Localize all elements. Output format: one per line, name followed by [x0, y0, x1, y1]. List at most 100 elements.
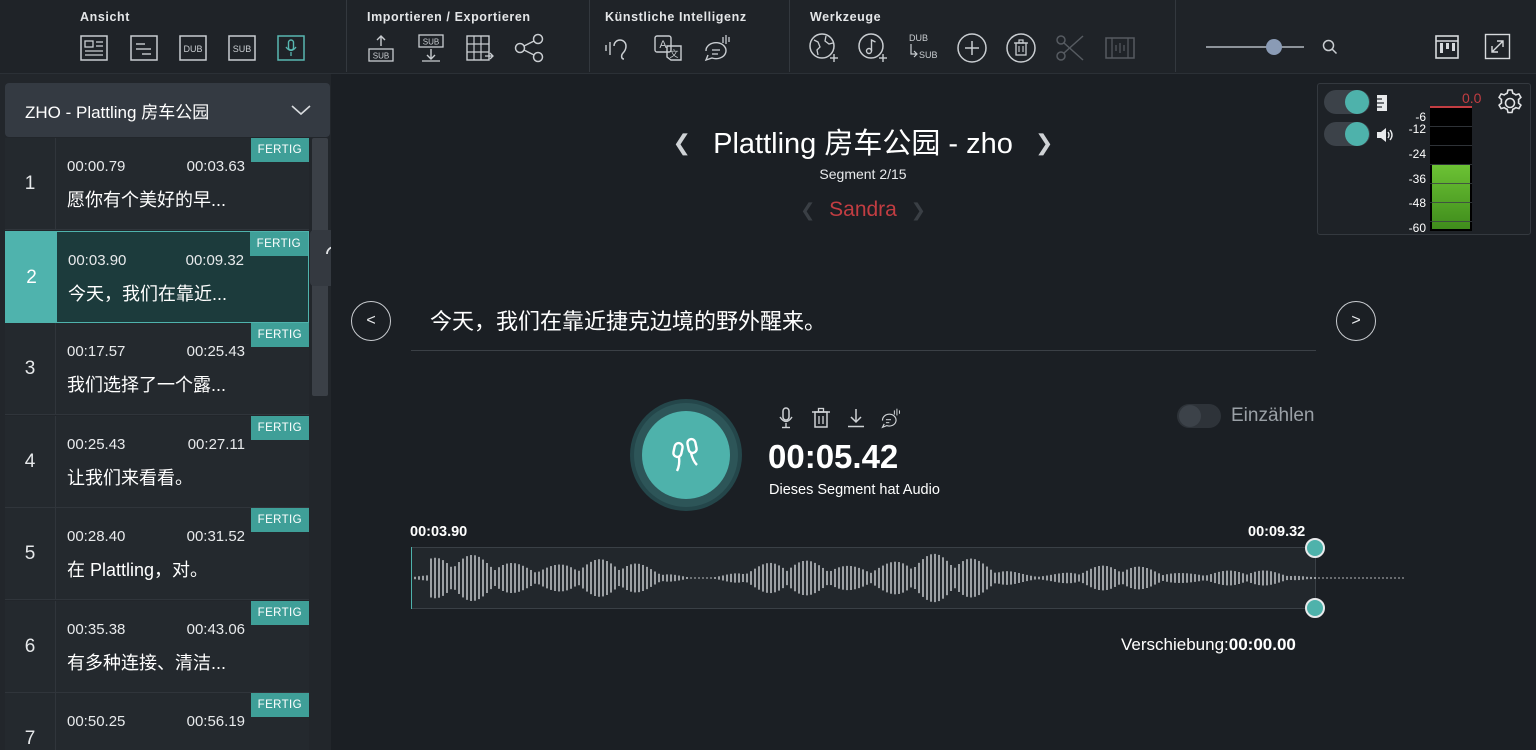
- meter-scale-label: -36: [1408, 172, 1426, 186]
- count-in-toggle[interactable]: [1177, 404, 1221, 428]
- segment-row[interactable]: 3 00:17.57 00:25.43 我们选择了一个露... FERTIG: [5, 323, 309, 415]
- language-dropdown-label: ZHO - Plattling 房车公园: [25, 102, 210, 122]
- meter-scale-label: -12: [1408, 122, 1426, 136]
- record-button[interactable]: [630, 399, 742, 511]
- segment-row[interactable]: 5 00:28.40 00:31.52 在 Plattling，对。 FERTIG: [5, 508, 309, 600]
- segment-end-time: 00:27.11: [187, 435, 245, 453]
- sub-view-button[interactable]: SUB: [226, 32, 258, 64]
- meter-scale-label: -24: [1408, 147, 1426, 161]
- upload-sub-icon: SUB: [368, 35, 394, 62]
- next-project-arrow[interactable]: ❯: [1021, 130, 1067, 155]
- toolbar-group-title: Importieren / Exportieren: [367, 10, 531, 24]
- film-strip-icon: [1105, 37, 1135, 59]
- segment-start-time: 00:50.25: [67, 713, 126, 730]
- waveform: [411, 547, 1404, 609]
- segment-number: 7: [5, 693, 56, 750]
- segment-end-time: 00:43.06: [186, 620, 245, 638]
- add-music-button[interactable]: [857, 32, 889, 64]
- offset-readout: Verschiebung:00:00.00: [1121, 635, 1296, 655]
- dub-to-sub-button[interactable]: DUB SUB: [906, 32, 940, 64]
- segment-editor: ❮ Plattling 房车公园 - zho ❯ Segment 2/15 ❮ …: [331, 74, 1536, 750]
- prev-speaker-arrow[interactable]: ❮: [792, 200, 823, 220]
- search-icon[interactable]: [1322, 39, 1338, 60]
- list-view-button[interactable]: [128, 32, 160, 64]
- record-button-core: [642, 411, 730, 499]
- segment-preview-text: 我们选择了一个露...: [67, 375, 227, 395]
- dub-to-sub-icon: DUB SUB: [909, 33, 938, 60]
- dub-view-button[interactable]: DUB: [177, 32, 209, 64]
- segment-row[interactable]: 4 00:25.43 00:27.11 让我们来看看。 FERTIG: [5, 415, 309, 508]
- toolbar-group-title: Werkzeuge: [810, 10, 882, 24]
- cut-segment-button[interactable]: [1054, 32, 1086, 64]
- toggle-knob: [1345, 90, 1369, 114]
- settings-gear-icon[interactable]: [1494, 87, 1526, 124]
- toolbar-group-tools: Werkzeuge DUB SUB: [790, 0, 1176, 72]
- meter-scale-label: -60: [1408, 221, 1426, 235]
- toggle-knob: [1345, 122, 1369, 146]
- ai-listen-button[interactable]: [603, 32, 635, 64]
- ai-voice-button[interactable]: [702, 32, 734, 64]
- segment-row[interactable]: 1 00:00.79 00:03.63 愿你有个美好的早... FERTIG: [5, 138, 309, 230]
- zoom-knob[interactable]: [1265, 39, 1282, 55]
- language-dropdown[interactable]: ZHO - Plattling 房车公园: [5, 83, 330, 137]
- segment-text[interactable]: 今天，我们在靠近捷克边境的野外醒来。: [430, 304, 826, 336]
- delete-segment-button[interactable]: [1005, 32, 1037, 64]
- microphone-icon: [277, 35, 305, 61]
- microphone-icon[interactable]: [775, 407, 797, 429]
- zoom-slider[interactable]: [1206, 38, 1304, 56]
- status-badge: FERTIG: [250, 508, 309, 532]
- svg-text:DUB: DUB: [909, 33, 928, 43]
- level-meter-bar: [1430, 106, 1472, 231]
- status-badge: FERTIG: [250, 323, 309, 347]
- next-speaker-arrow[interactable]: ❯: [903, 200, 934, 220]
- waveform-end-handle-bottom[interactable]: [1305, 598, 1325, 618]
- trash-icon[interactable]: [810, 407, 832, 429]
- svg-text:SUB: SUB: [373, 52, 389, 61]
- count-in-label: Einzählen: [1231, 405, 1315, 426]
- share-button[interactable]: [513, 32, 545, 64]
- ruler-toggle[interactable]: [1324, 90, 1370, 114]
- film-button[interactable]: [1104, 32, 1136, 64]
- svg-text:A: A: [659, 39, 667, 51]
- ai-translate-button[interactable]: A文: [653, 32, 685, 64]
- segment-row[interactable]: 6 00:35.38 00:43.06 有多种连接、清洁... FERTIG: [5, 600, 309, 693]
- fullscreen-icon[interactable]: [1484, 33, 1511, 65]
- table-export-icon: [466, 35, 494, 61]
- mic-view-button[interactable]: [275, 32, 307, 64]
- prev-segment-button[interactable]: <: [351, 301, 391, 341]
- status-badge: FERTIG: [250, 693, 309, 717]
- speech-wave-icon[interactable]: [880, 407, 902, 429]
- speaker-toggle[interactable]: [1324, 122, 1370, 146]
- earphones-icon: [672, 437, 698, 472]
- add-segment-button[interactable]: [956, 32, 988, 64]
- import-subtitle-button[interactable]: SUB: [365, 32, 397, 64]
- record-button-ring: [634, 403, 738, 507]
- segment-sidebar: ZHO - Plattling 房车公园 1 00:00.79 00:03.63 愿你…: [0, 74, 366, 750]
- segment-start-time: 00:25.43: [67, 435, 126, 453]
- offset-label: Verschiebung:: [1121, 635, 1229, 654]
- segment-row[interactable]: 2 00:03.90 00:09.32 今天，我们在靠近... FERTIG: [5, 230, 309, 324]
- svg-text:SUB: SUB: [919, 50, 938, 60]
- segment-start-time: 00:35.38: [67, 620, 126, 638]
- layout-view-button[interactable]: [78, 32, 110, 64]
- chevron-down-icon: [291, 105, 311, 116]
- segment-end-time: 00:31.52: [186, 528, 245, 545]
- waveform-end-handle-top[interactable]: [1305, 538, 1325, 558]
- kanban-icon[interactable]: [1434, 34, 1460, 65]
- zoom-track: [1206, 46, 1304, 48]
- export-subtitle-button[interactable]: SUB: [415, 32, 447, 64]
- prev-project-arrow[interactable]: ❮: [659, 130, 705, 155]
- table-export-button[interactable]: [464, 32, 496, 64]
- toolbar-group-import-export: Importieren / Exportieren SUB SUB: [347, 0, 590, 72]
- next-segment-button[interactable]: >: [1336, 301, 1376, 341]
- add-language-button[interactable]: [808, 32, 840, 64]
- speech-wave-icon: [704, 35, 730, 62]
- toolbar-group-title: Künstliche Intelligenz: [605, 10, 747, 24]
- scissors-icon: [1056, 35, 1084, 61]
- speaker-row: ❮ Sandra ❯: [331, 198, 1395, 222]
- download-icon[interactable]: [845, 407, 867, 429]
- count-in-toggle-row[interactable]: Einzählen: [1177, 404, 1314, 428]
- speaker-name[interactable]: Sandra: [829, 198, 897, 221]
- segment-row[interactable]: 7 00:50.25 00:56.19 FERTIG: [5, 693, 309, 750]
- audio-status-text: Dieses Segment hat Audio: [769, 482, 940, 498]
